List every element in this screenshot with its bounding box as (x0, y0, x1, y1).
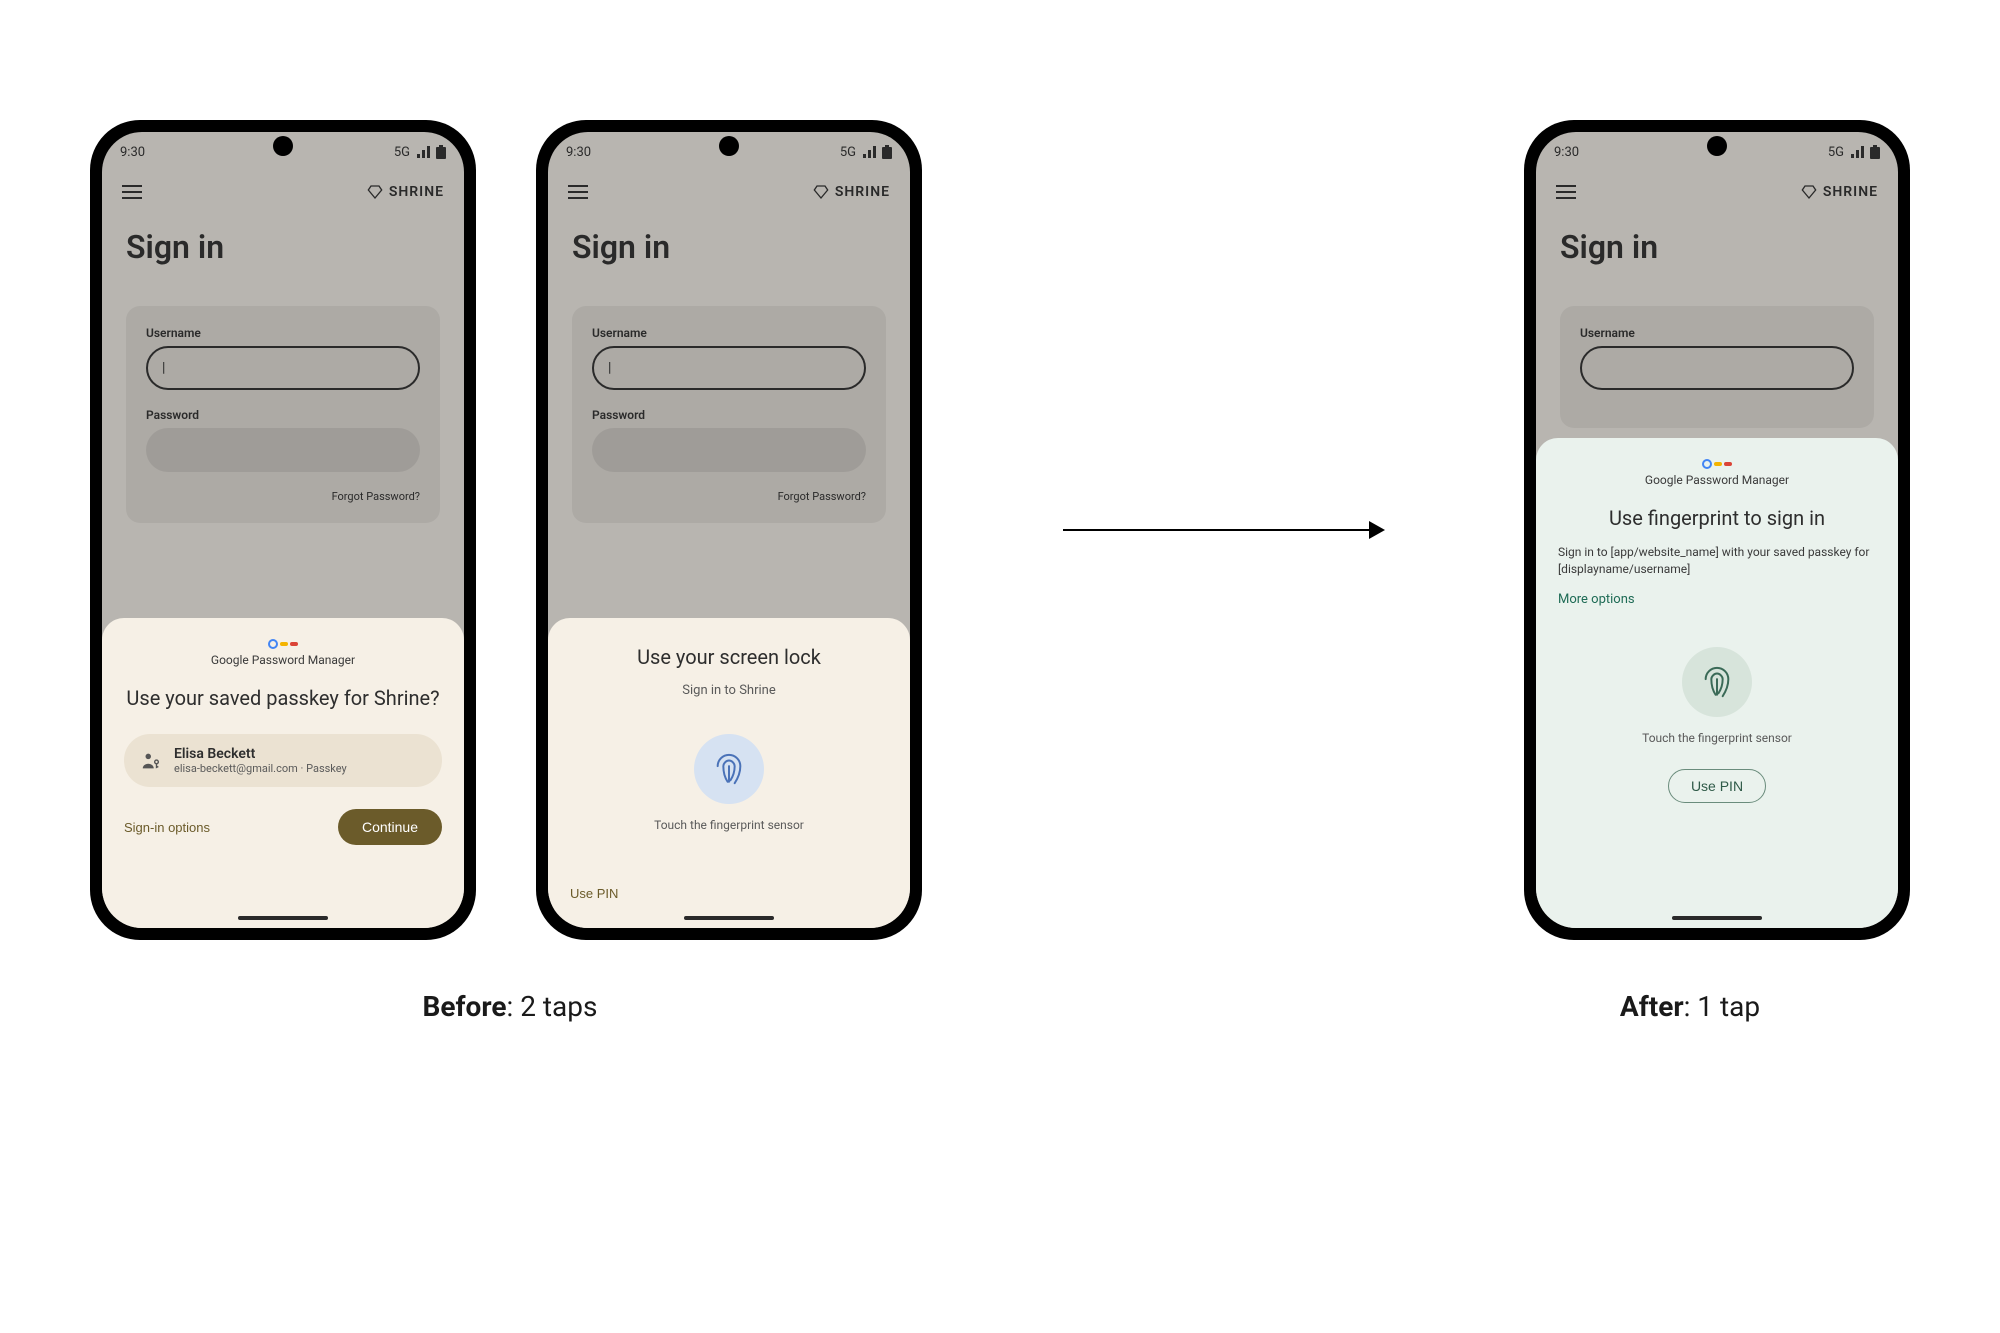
continue-button[interactable]: Continue (338, 809, 442, 845)
home-indicator[interactable] (238, 916, 328, 920)
username-input[interactable] (1580, 346, 1854, 390)
phone-after: 9:30 5G SHRINE Sign in (1524, 120, 1910, 940)
fingerprint-hint: Touch the fingerprint sensor (1558, 731, 1876, 745)
status-network: 5G (1828, 145, 1844, 160)
signal-icon (862, 146, 876, 158)
fingerprint-sensor[interactable] (1682, 647, 1752, 717)
password-label: Password (592, 408, 866, 422)
account-chip[interactable]: Elisa Beckett elisa-beckett@gmail.com · … (124, 734, 442, 787)
fingerprint-icon (712, 752, 746, 786)
signal-icon (1850, 146, 1864, 158)
passkey-user-icon (140, 750, 162, 772)
status-time: 9:30 (1554, 145, 1579, 160)
fingerprint-hint: Touch the fingerprint sensor (570, 818, 888, 832)
camera-notch (273, 136, 293, 156)
app-brand: SHRINE (1801, 184, 1878, 200)
forgot-password-link[interactable]: Forgot Password? (592, 490, 866, 503)
phone-before-step1: 9:30 5G SHRINE Sign in (90, 120, 476, 940)
fingerprint-sensor[interactable] (694, 734, 764, 804)
camera-notch (1707, 136, 1727, 156)
use-pin-link[interactable]: Use PIN (570, 886, 618, 901)
sheet-title: Use your saved passkey for Shrine? (124, 685, 442, 712)
gpm-key-icon (268, 639, 298, 649)
signal-icon (416, 146, 430, 158)
app-brand: SHRINE (367, 184, 444, 200)
battery-icon (1870, 145, 1880, 159)
account-meta: elisa-beckett@gmail.com · Passkey (174, 762, 347, 775)
gpm-label: Google Password Manager (211, 653, 355, 667)
camera-notch (719, 136, 739, 156)
home-indicator[interactable] (1672, 916, 1762, 920)
username-input[interactable]: | (146, 346, 420, 390)
use-pin-button[interactable]: Use PIN (1668, 769, 1766, 803)
page-title: Sign in (126, 228, 440, 266)
forgot-password-link[interactable]: Forgot Password? (146, 490, 420, 503)
brand-label: SHRINE (835, 184, 890, 200)
menu-icon[interactable] (1556, 185, 1576, 199)
diamond-icon (813, 184, 829, 200)
app-brand: SHRINE (813, 184, 890, 200)
sheet-title: Use fingerprint to sign in (1558, 505, 1876, 532)
home-indicator[interactable] (684, 916, 774, 920)
sheet-subtitle: Sign in to Shrine (570, 683, 888, 698)
brand-label: SHRINE (389, 184, 444, 200)
caption-before: Before: 2 taps (90, 990, 930, 1023)
caption-before-rest: : 2 taps (506, 990, 597, 1023)
signin-options-link[interactable]: Sign-in options (124, 820, 210, 835)
page-title: Sign in (1560, 228, 1874, 266)
menu-icon[interactable] (122, 185, 142, 199)
diamond-icon (1801, 184, 1817, 200)
username-input[interactable]: | (592, 346, 866, 390)
brand-label: SHRINE (1823, 184, 1878, 200)
fingerprint-signin-sheet: Google Password Manager Use fingerprint … (1536, 438, 1898, 928)
caption-before-bold: Before (423, 990, 507, 1023)
caption-after: After: 1 tap (1470, 990, 1910, 1023)
battery-icon (436, 145, 446, 159)
transition-arrow (982, 120, 1464, 940)
sheet-body: Sign in to [app/website_name] with your … (1558, 544, 1876, 578)
battery-icon (882, 145, 892, 159)
more-options-link[interactable]: More options (1558, 592, 1876, 607)
fingerprint-icon (1700, 665, 1734, 699)
gpm-key-icon (1702, 459, 1732, 469)
menu-icon[interactable] (568, 185, 588, 199)
password-input[interactable] (592, 428, 866, 472)
signin-form: Username | Password Forgot Password? (572, 306, 886, 523)
caption-after-rest: : 1 tap (1684, 990, 1761, 1023)
signin-form: Username (1560, 306, 1874, 428)
password-label: Password (146, 408, 420, 422)
username-label: Username (146, 326, 420, 340)
phone-before-step2: 9:30 5G SHRINE Sign in (536, 120, 922, 940)
gpm-label: Google Password Manager (1645, 473, 1789, 487)
signin-form: Username | Password Forgot Password? (126, 306, 440, 523)
sheet-title: Use your screen lock (570, 644, 888, 671)
username-label: Username (592, 326, 866, 340)
diamond-icon (367, 184, 383, 200)
status-time: 9:30 (566, 145, 591, 160)
status-network: 5G (840, 145, 856, 160)
status-time: 9:30 (120, 145, 145, 160)
page-title: Sign in (572, 228, 886, 266)
caption-after-bold: After (1620, 990, 1684, 1023)
status-network: 5G (394, 145, 410, 160)
passkey-prompt-sheet: Google Password Manager Use your saved p… (102, 618, 464, 928)
password-input[interactable] (146, 428, 420, 472)
account-name: Elisa Beckett (174, 746, 347, 762)
username-label: Username (1580, 326, 1854, 340)
screenlock-sheet: Use your screen lock Sign in to Shrine T… (548, 618, 910, 928)
